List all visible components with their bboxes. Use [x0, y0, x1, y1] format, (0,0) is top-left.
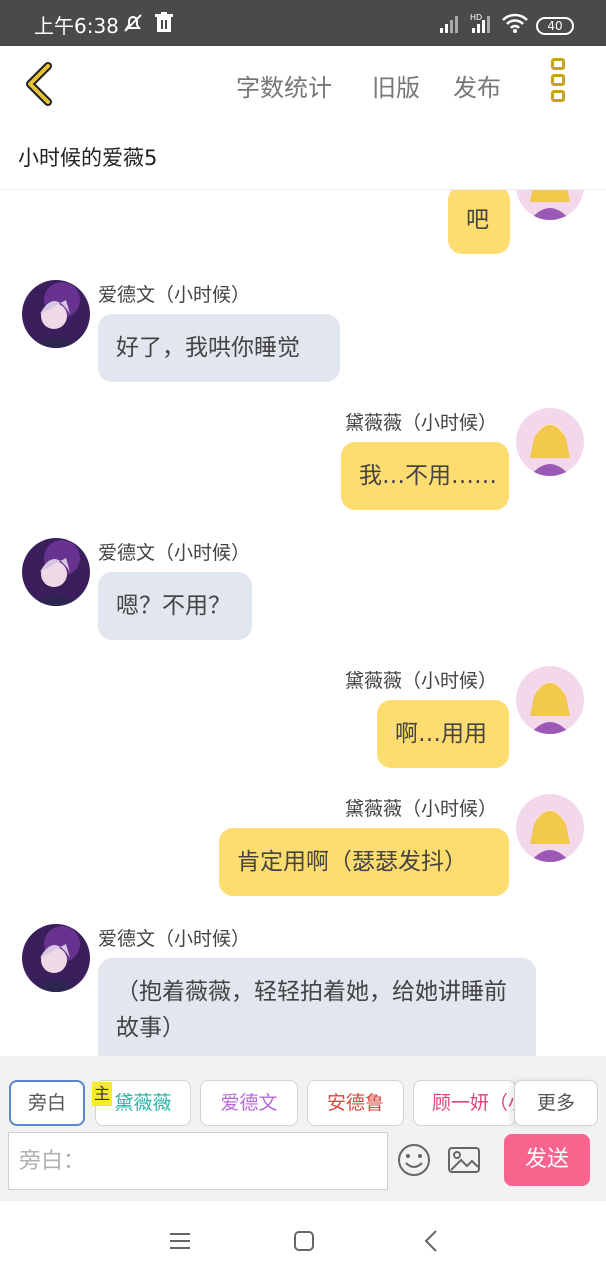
- menu-icon[interactable]: [166, 1227, 194, 1255]
- sender-name: 爱德文（小时候）: [98, 928, 251, 950]
- trash-icon: [154, 12, 174, 38]
- message-bubble[interactable]: （抱着薇薇，轻轻拍着她，给她讲睡前故事）: [98, 958, 536, 1056]
- signal-icon: [440, 12, 464, 38]
- status-time: 上午6:38: [34, 14, 119, 38]
- sender-name: 黛薇薇（小时候）: [345, 798, 498, 820]
- message-bubble[interactable]: 嗯？不用？: [98, 572, 252, 640]
- avatar-daiweiwei[interactable]: [516, 190, 584, 220]
- message-bubble[interactable]: 我…不用……: [341, 442, 509, 510]
- avatar-daiweiwei[interactable]: [516, 666, 584, 734]
- chat-title-bar: 小时候的爱薇5: [0, 122, 606, 190]
- word-count-button[interactable]: 字数统计: [236, 68, 332, 103]
- more-characters-button[interactable]: 更多: [514, 1080, 598, 1126]
- avatar-aidewen[interactable]: [22, 280, 90, 348]
- mute-notification-icon: [122, 12, 144, 38]
- chat-area[interactable]: 吧 爱德文（小时候） 好了，我哄你睡觉 黛薇薇（小时候） 我…不用…… 爱德文（…: [0, 190, 606, 1056]
- publish-button[interactable]: 发布: [453, 68, 501, 103]
- nav-back-icon[interactable]: [418, 1227, 446, 1255]
- message-bubble[interactable]: 好了，我哄你睡觉: [98, 314, 340, 382]
- composer: 旁白 黛薇薇 主 爱德文 安德鲁 顾一妍（小 更多 发送: [0, 1056, 606, 1200]
- avatar-daiweiwei[interactable]: [516, 408, 584, 476]
- sender-name: 黛薇薇（小时候）: [345, 670, 498, 692]
- more-menu-icon[interactable]: [548, 58, 568, 110]
- message-bubble[interactable]: 吧: [448, 190, 510, 254]
- message-input[interactable]: [8, 1132, 388, 1190]
- message-bubble[interactable]: 啊…用用: [377, 700, 509, 768]
- character-chip-guyiyan[interactable]: 顾一妍（小: [413, 1080, 516, 1126]
- old-version-button[interactable]: 旧版: [372, 68, 420, 103]
- battery-indicator: 40: [536, 17, 574, 35]
- sender-name: 爱德文（小时候）: [98, 284, 251, 306]
- avatar-aidewen[interactable]: [22, 924, 90, 992]
- hd-signal-icon: HD: [470, 12, 496, 38]
- message-bubble[interactable]: 肯定用啊（瑟瑟发抖）: [219, 828, 509, 896]
- main-character-badge: 主: [92, 1082, 112, 1106]
- home-icon[interactable]: [290, 1227, 318, 1255]
- sender-name: 爱德文（小时候）: [98, 542, 251, 564]
- chat-title: 小时候的爱薇5: [18, 146, 158, 170]
- sender-name: 黛薇薇（小时候）: [345, 412, 498, 434]
- system-nav-bar: [0, 1200, 606, 1280]
- character-chip-narration[interactable]: 旁白: [9, 1080, 85, 1126]
- send-button[interactable]: 发送: [504, 1134, 590, 1186]
- avatar-daiweiwei[interactable]: [516, 794, 584, 862]
- back-button[interactable]: [22, 60, 62, 108]
- status-bar: 上午6:38 HD 40: [0, 0, 606, 46]
- chevron-left-icon: [26, 62, 52, 106]
- wifi-icon: [502, 12, 528, 38]
- emoji-icon[interactable]: [396, 1142, 432, 1178]
- character-chip-andelu[interactable]: 安德鲁: [307, 1080, 404, 1126]
- image-icon[interactable]: [446, 1142, 482, 1178]
- avatar-aidewen[interactable]: [22, 538, 90, 606]
- character-chip-aidewen[interactable]: 爱德文: [200, 1080, 298, 1126]
- top-app-bar: 字数统计 旧版 发布: [0, 46, 606, 122]
- svg-text:HD: HD: [470, 13, 482, 22]
